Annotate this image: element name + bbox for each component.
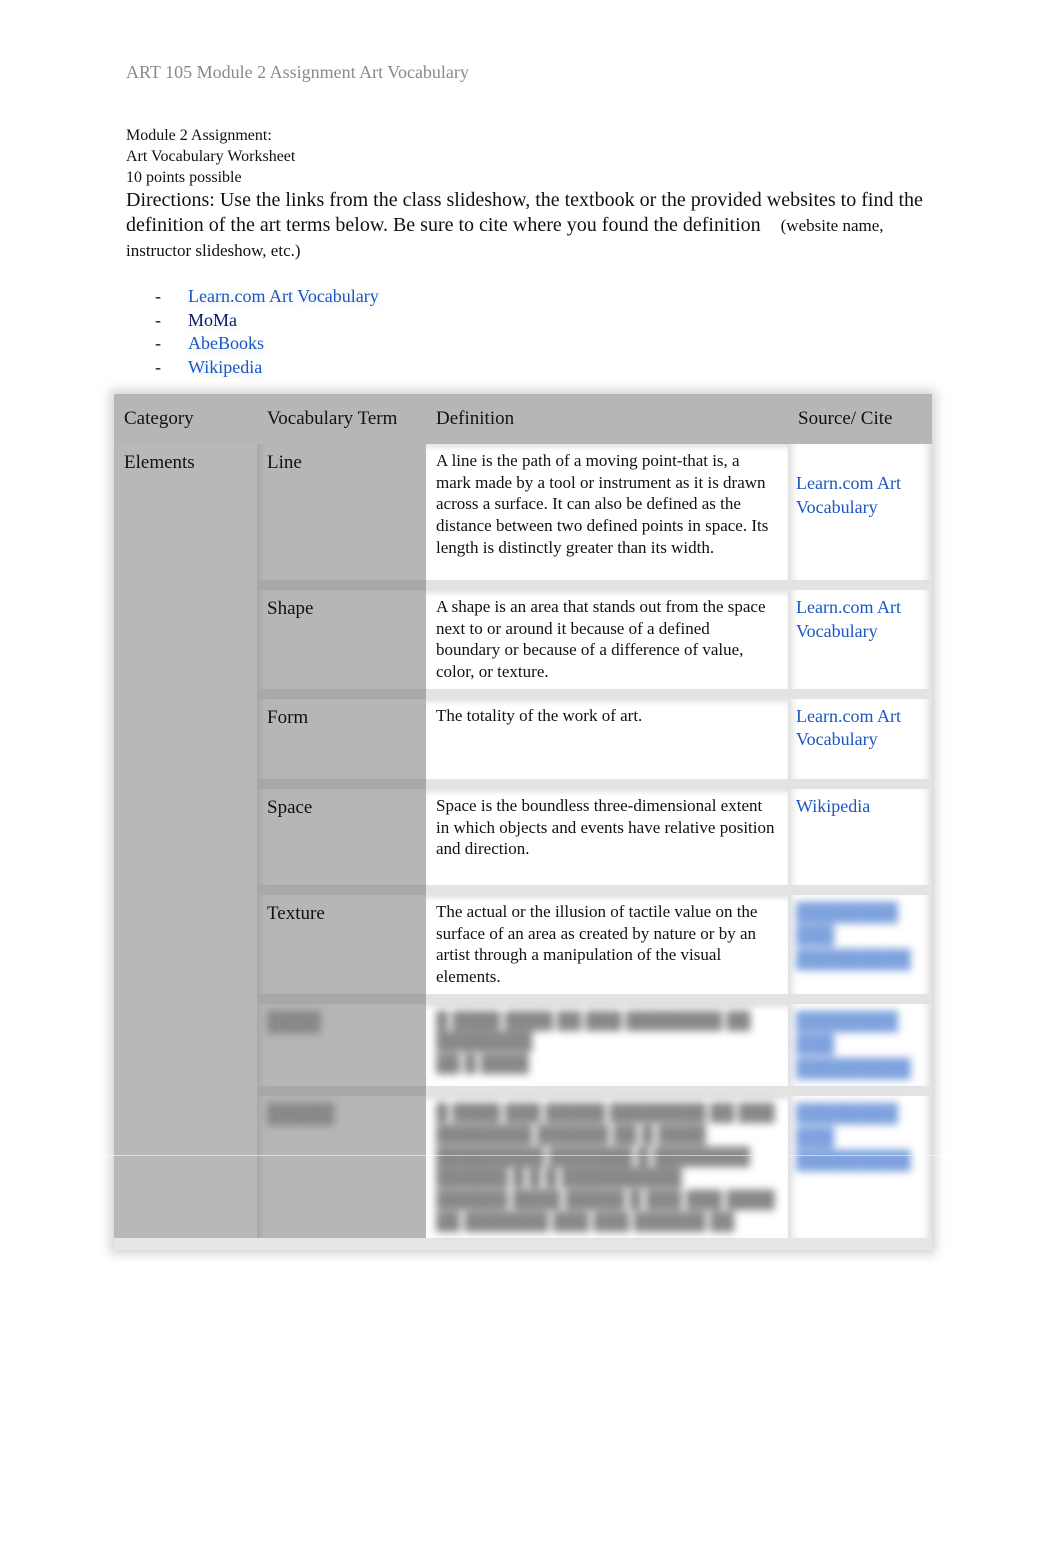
source-cell-blurred: ████████ ███ █████████ bbox=[788, 1003, 932, 1087]
definition-cell-blurred: █ ████ ███ █████ ████████ ██ ███ ████████… bbox=[426, 1096, 788, 1239]
term-cell: Line bbox=[257, 444, 426, 580]
definition-cell: Space is the boundless three-dimensional… bbox=[426, 788, 788, 885]
assignment-intro: Module 2 Assignment: Art Vocabulary Work… bbox=[126, 125, 295, 188]
link-abebooks[interactable]: AbeBooks bbox=[188, 332, 264, 356]
source-cell: Learn.com Art Vocabulary bbox=[788, 444, 932, 580]
term-cell: Shape bbox=[257, 590, 426, 689]
resource-links-list: - Learn.com Art Vocabulary - MoMa - AbeBook… bbox=[155, 285, 379, 379]
definition-cell: A shape is an area that stands out from … bbox=[426, 590, 788, 689]
table-header-row: Category Vocabulary Term Definition Sour… bbox=[114, 394, 932, 444]
source-cell-blurred: ████████ ███ █████████ bbox=[788, 1096, 932, 1239]
source-cell: Wikipedia bbox=[788, 788, 932, 885]
list-item: - MoMa bbox=[155, 309, 379, 333]
document-header: ART 105 Module 2 Assignment Art Vocabula… bbox=[126, 62, 469, 82]
link-moma[interactable]: MoMa bbox=[188, 309, 237, 333]
list-item: - Learn.com Art Vocabulary bbox=[155, 285, 379, 309]
directions-paragraph: Directions: Use the links from the class… bbox=[126, 188, 946, 264]
page-fold-line bbox=[0, 1155, 1062, 1156]
source-link[interactable]: Learn.com Art Vocabulary bbox=[796, 473, 901, 517]
definition-cell: The actual or the illusion of tactile va… bbox=[426, 894, 788, 994]
term-cell: Form bbox=[257, 698, 426, 779]
worksheet-title: Art Vocabulary Worksheet bbox=[126, 148, 296, 165]
link-learn-com[interactable]: Learn.com Art Vocabulary bbox=[188, 285, 379, 309]
source-link[interactable]: Wikipedia bbox=[796, 796, 870, 816]
header-source: Source/ Cite bbox=[788, 394, 932, 444]
definition-cell-blurred: █ ████ ████ ██ ███ ████████ ██ ████████ █… bbox=[426, 1003, 788, 1087]
link-wikipedia[interactable]: Wikipedia bbox=[188, 356, 262, 380]
bullet-dash: - bbox=[155, 356, 161, 377]
source-link[interactable]: Learn.com Art Vocabulary bbox=[796, 706, 901, 750]
bullet-dash: - bbox=[155, 309, 161, 330]
vocabulary-table: Category Vocabulary Term Definition Sour… bbox=[114, 394, 932, 1239]
term-cell-blurred: ████ bbox=[257, 1003, 426, 1087]
points-possible: 10 points possible bbox=[126, 169, 242, 186]
source-cell: ████████ ███ █████████ bbox=[788, 894, 932, 994]
table-row: Elements Line A line is the path of a mo… bbox=[114, 444, 932, 1239]
bullet-dash: - bbox=[155, 286, 161, 306]
header-definition: Definition bbox=[426, 394, 788, 444]
header-category: Category bbox=[114, 394, 257, 444]
term-cell: Texture bbox=[257, 894, 426, 994]
source-cell: Learn.com Art Vocabulary bbox=[788, 590, 932, 689]
definition-cell: A line is the path of a moving point-tha… bbox=[426, 444, 788, 580]
source-link[interactable]: Learn.com Art Vocabulary bbox=[796, 597, 901, 641]
vocabulary-table-container: Category Vocabulary Term Definition Sour… bbox=[114, 394, 932, 1250]
term-cell: Space bbox=[257, 788, 426, 885]
term-cell-blurred: █████ bbox=[257, 1096, 426, 1239]
definition-cell: The totality of the work of art. bbox=[426, 698, 788, 779]
blurred-source-link: ████████ ███ █████████ bbox=[796, 901, 911, 969]
bullet-dash: - bbox=[155, 333, 161, 353]
list-item: - Wikipedia bbox=[155, 356, 379, 380]
source-cell: Learn.com Art Vocabulary bbox=[788, 698, 932, 779]
header-term: Vocabulary Term bbox=[257, 394, 426, 444]
category-cell: Elements bbox=[114, 444, 257, 1239]
list-item: - AbeBooks bbox=[155, 332, 379, 356]
assignment-label: Module 2 Assignment: bbox=[126, 127, 272, 144]
